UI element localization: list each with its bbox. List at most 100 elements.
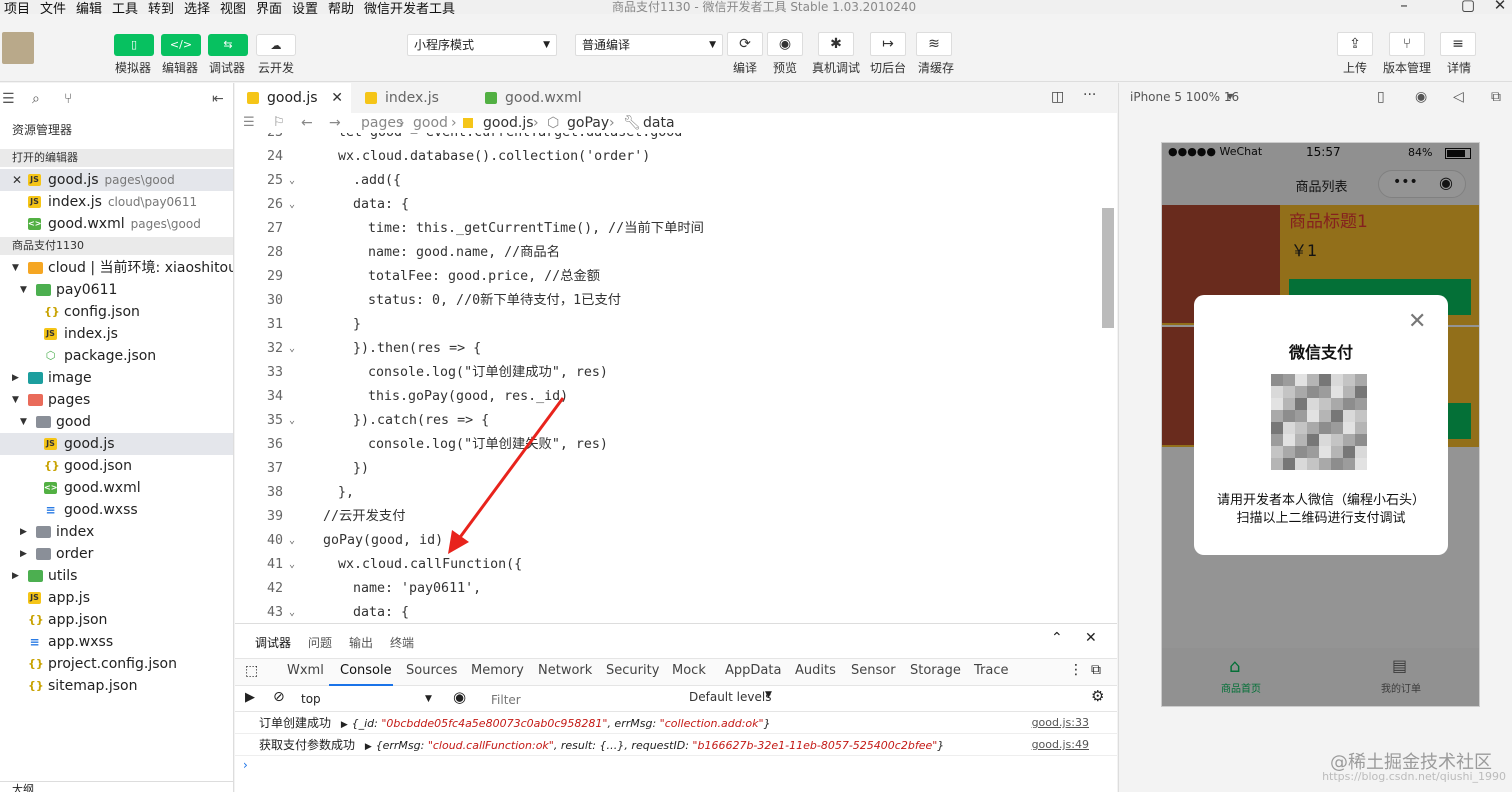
cloud-dev-icon[interactable]: ☁ <box>256 34 296 56</box>
inspect-element-icon[interactable]: ⬚ <box>245 663 258 679</box>
fold-chevron-icon[interactable]: ⌄ <box>289 601 295 623</box>
maximize-icon[interactable]: ▢ <box>1458 0 1478 14</box>
code-line[interactable]: 27 time: this._getCurrentTime(), //当前下单时间 <box>235 217 1105 241</box>
record-icon[interactable]: ◉ <box>1415 83 1427 111</box>
console-filter-input[interactable] <box>481 690 677 710</box>
breadcrumb-item[interactable]: pages <box>361 113 403 133</box>
fold-chevron-icon[interactable]: ⌄ <box>289 193 295 217</box>
tree-item-index[interactable]: ▶ index <box>0 521 233 543</box>
code-line[interactable]: 34 this.goPay(good, res._id) <box>235 385 1105 409</box>
console-log-row[interactable]: 获取支付参数成功 ▶ {errMsg: "cloud.callFunction:… <box>235 734 1117 756</box>
fold-chevron-icon[interactable]: ⌄ <box>289 409 295 433</box>
tree-item-pages[interactable]: ▼ pages <box>0 389 233 411</box>
sidebar-toggle-icon[interactable]: ▶︎ <box>245 690 255 705</box>
popout-icon[interactable]: ⧉ <box>1491 83 1501 111</box>
tree-item-good-wxml[interactable]: <> good.wxml <box>0 477 233 499</box>
tab-memory[interactable]: Memory <box>471 663 524 678</box>
code-line[interactable]: 23 let good = event.currentTarget.dataset… <box>235 133 1105 145</box>
preview-icon[interactable]: ◉ <box>767 32 803 56</box>
code-line[interactable]: 39 //云开发支付 <box>235 505 1105 529</box>
search-icon[interactable]: ⌕ <box>32 91 40 107</box>
tree-item-good[interactable]: ▼ good <box>0 411 233 433</box>
tab-storage[interactable]: Storage <box>910 663 961 678</box>
console-log-row[interactable]: 订单创建成功 ▶ {_id: "0bcbdde05fc4a5e80073c0ab… <box>235 712 1117 734</box>
console-settings-icon[interactable]: ⚙ <box>1091 687 1104 705</box>
version-icon[interactable]: ⑂ <box>1389 32 1425 56</box>
tab-audits[interactable]: Audits <box>795 663 836 678</box>
tree-item-sitemap[interactable]: {} sitemap.json <box>0 675 233 697</box>
compile-select[interactable]: 普通编译 ▼ <box>575 34 723 56</box>
close-window-icon[interactable]: ✕ <box>1490 0 1510 14</box>
back-icon[interactable]: ← <box>301 113 313 133</box>
editor-toggle-icon[interactable]: </> <box>161 34 201 56</box>
code-line[interactable]: 24 wx.cloud.database().collection('order'… <box>235 145 1105 169</box>
breadcrumb-item[interactable]: data <box>643 113 675 133</box>
collapse-panel-icon[interactable]: ⇤ <box>212 91 224 107</box>
tree-item-index-js[interactable]: JS index.js <box>0 323 233 345</box>
simulator-toggle-icon[interactable]: ▯ <box>114 34 154 56</box>
code-line[interactable]: 40 ⌄ goPay(good, id) { <box>235 529 1105 553</box>
expand-triangle-icon[interactable]: ▶ <box>365 742 372 752</box>
close-panel-icon[interactable]: ✕ <box>1085 630 1097 646</box>
open-editor-index-js[interactable]: JS index.js cloud\pay0611 <box>0 191 233 213</box>
log-levels-select[interactable]: Default levels <box>689 690 771 704</box>
code-line[interactable]: 32 ⌄}).then(res => { <box>235 337 1105 361</box>
close-icon[interactable]: ✕ <box>12 169 22 191</box>
tab-problems[interactable]: 问题 <box>308 634 332 651</box>
tab-good-wxml[interactable]: good.wxml <box>473 83 603 113</box>
tab-index-js[interactable]: index.js <box>353 83 469 113</box>
breadcrumb-item[interactable]: good.js <box>483 113 534 133</box>
undock-icon[interactable]: ⧉ <box>1091 662 1101 678</box>
fold-chevron-icon[interactable]: ⌄ <box>289 529 295 553</box>
mode-select[interactable]: 小程序模式 ▼ <box>407 34 557 56</box>
upload-icon[interactable]: ⇪ <box>1337 32 1373 56</box>
code-line[interactable]: 43 ⌄ data: { <box>235 601 1105 623</box>
tab-mock[interactable]: Mock <box>672 663 706 678</box>
tree-item-good-wxss[interactable]: ≡ good.wxss <box>0 499 233 521</box>
tree-item-good-js[interactable]: JS good.js <box>0 433 233 455</box>
close-tab-icon[interactable]: ✕ <box>331 83 343 113</box>
debugger-toggle-icon[interactable]: ⇆ <box>208 34 248 56</box>
tab-wxml[interactable]: Wxml <box>287 663 324 678</box>
more-actions-icon[interactable]: ··· <box>1083 87 1096 103</box>
tab-security[interactable]: Security <box>606 663 659 678</box>
code-line[interactable]: 35 ⌄}).catch(res => { <box>235 409 1105 433</box>
volume-icon[interactable]: ◁ <box>1453 83 1464 111</box>
log-source-link[interactable]: good.js:33 <box>1032 712 1089 734</box>
expand-triangle-icon[interactable]: ▶ <box>341 720 348 730</box>
tree-item-config-json[interactable]: {} config.json <box>0 301 233 323</box>
compile-icon[interactable]: ⟳ <box>727 32 763 56</box>
vertical-scrollbar[interactable] <box>1102 208 1114 328</box>
split-editor-icon[interactable]: ◫ <box>1051 89 1064 105</box>
code-line[interactable]: 37}) <box>235 457 1105 481</box>
open-editors-section[interactable]: 打开的编辑器 <box>0 149 233 167</box>
phone-icon[interactable]: ▯ <box>1377 83 1385 111</box>
fold-chevron-icon[interactable]: ⌄ <box>289 169 295 193</box>
tab-console[interactable]: Console <box>340 663 392 678</box>
tree-item-cloud[interactable]: ▼ cloud | 当前环境: xiaoshitou <box>0 257 233 279</box>
clear-console-icon[interactable]: ⊘ <box>273 689 285 705</box>
real-debug-icon[interactable]: ✱ <box>818 32 854 56</box>
avatar[interactable] <box>2 32 34 64</box>
context-select[interactable]: top ▼ <box>301 689 437 709</box>
tree-item-app-js[interactable]: JS app.js <box>0 587 233 609</box>
tab-trace[interactable]: Trace <box>974 663 1009 678</box>
open-editor-good-wxml[interactable]: <> good.wxml pages\good <box>0 213 233 235</box>
code-line[interactable]: 28 name: good.name, //商品名 <box>235 241 1105 265</box>
code-line[interactable]: 38}, <box>235 481 1105 505</box>
tab-appdata[interactable]: AppData <box>725 663 781 678</box>
tab-sources[interactable]: Sources <box>406 663 457 678</box>
tree-item-order[interactable]: ▶ order <box>0 543 233 565</box>
code-line[interactable]: 30 status: 0, //0新下单待支付，1已支付 <box>235 289 1105 313</box>
console-prompt-icon[interactable]: › <box>243 758 248 772</box>
bookmark-icon[interactable]: ⚐ <box>273 113 285 133</box>
tab-sensor[interactable]: Sensor <box>851 663 896 678</box>
background-icon[interactable]: ↦ <box>870 32 906 56</box>
tab-debugger[interactable]: 调试器 <box>255 634 291 651</box>
tree-item-app-json[interactable]: {} app.json <box>0 609 233 631</box>
forward-icon[interactable]: → <box>329 113 341 133</box>
tab-good-js[interactable]: good.js ✕ <box>235 83 351 113</box>
tree-item-image[interactable]: ▶ image <box>0 367 233 389</box>
code-line[interactable]: 36 console.log("订单创建失败", res) <box>235 433 1105 457</box>
device-select[interactable]: iPhone 5 100% 16 <box>1130 83 1239 111</box>
